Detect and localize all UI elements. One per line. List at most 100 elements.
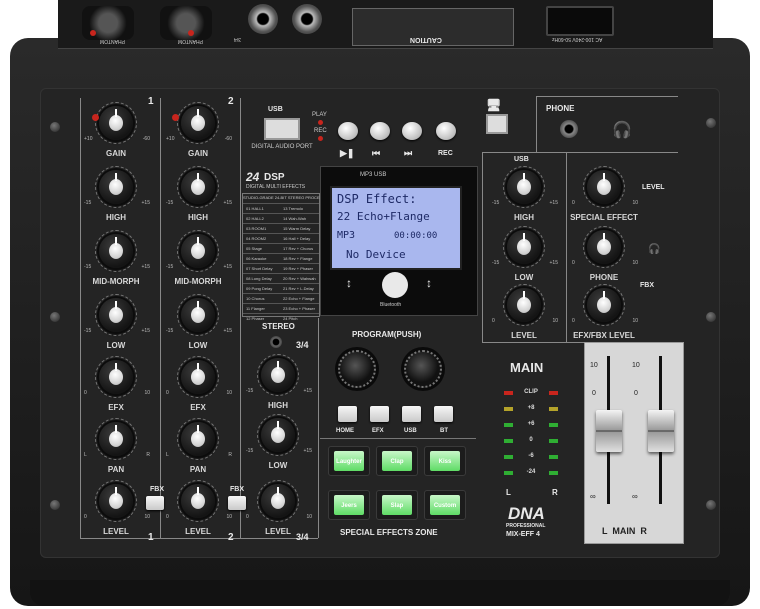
effects-list-cell: 21 Rev + L.Delay (283, 286, 314, 291)
tick-label: 10 (226, 514, 232, 520)
program-label: PROGRAM(PUSH) (352, 330, 422, 339)
tick-label: -15 (166, 264, 174, 270)
effects-list-cell: 18 Rev + Flange (283, 256, 313, 261)
laughter-pad[interactable]: Laughter (328, 446, 370, 476)
knob-label: PAN (107, 465, 125, 474)
tick-label: L (84, 452, 87, 458)
knob-label: LEVEL (185, 527, 211, 536)
pad-label: Clap (390, 459, 404, 465)
effects-list-cell: 05 Stage (246, 246, 263, 251)
phantom-led-1 (90, 30, 96, 36)
clap-pad[interactable]: Clap (376, 446, 418, 476)
slap-pad[interactable]: Slap (376, 490, 418, 520)
arrow-icon-right: ↕ (426, 276, 432, 290)
tick-label: 0 (84, 390, 87, 396)
ch1-efx-knob[interactable]: 0 10 EFX (84, 356, 150, 412)
efx-fbx-level-knob[interactable]: 0 10 EFX/FBX LEVEL (572, 284, 638, 340)
jeers-pad[interactable]: Jeers (328, 490, 370, 520)
efx-button[interactable] (370, 406, 389, 422)
effects-list-cell: 11 Flanger (246, 306, 265, 311)
tick-label: R (146, 452, 150, 458)
effects-list-table: STUDIO-GRADE 24-BIT STEREO PROCESSOR 01 … (242, 193, 331, 321)
xlr-input-2[interactable] (160, 6, 212, 40)
play-pause-icon: ▶❚ (340, 148, 355, 158)
tick-label: +15 (549, 260, 558, 266)
fader-scale-10: 10 (590, 362, 598, 369)
usb-button[interactable] (402, 406, 421, 422)
kiss-pad[interactable]: Kiss (424, 446, 466, 476)
screw-top-left (50, 122, 60, 132)
jack-input-4[interactable] (292, 4, 322, 34)
usb-low-knob[interactable]: -15 +15 LOW (492, 226, 558, 282)
tick-label: -60 (224, 136, 232, 142)
usb-port[interactable] (264, 118, 300, 140)
ch1-gain-knob[interactable]: +10 -60 GAIN (84, 102, 150, 158)
tick-label: +15 (223, 328, 232, 334)
left-fader-cap[interactable] (596, 410, 622, 452)
screw-bottom-right (706, 500, 716, 510)
home-button-label: HOME (336, 428, 354, 434)
knob-label: MID-MORPH (92, 277, 140, 286)
phone-level-knob[interactable]: 0 10 PHONE (572, 226, 638, 282)
usb-b-port[interactable] (486, 114, 508, 134)
lcd-screen: DSP Effect: 22 Echo+Flange MP3 00:00:00 … (330, 186, 462, 270)
ch1-level-knob[interactable]: 0 10 LEVEL (84, 480, 150, 536)
effects-list-cell: 16 Hall + Delay (283, 236, 311, 241)
program-knob-left[interactable] (338, 350, 376, 388)
effects-list-cell: 22 Echo + Flange (283, 296, 315, 301)
effects-list-row: 06 Karaoke 18 Rev + Flange (243, 253, 319, 263)
headphones-icon: 🎧 (612, 122, 632, 139)
knob-label: HIGH (268, 401, 288, 410)
ch2-low-knob[interactable]: -15 +15 LOW (166, 294, 232, 350)
ch1-fbx-button[interactable] (146, 496, 164, 510)
phone-jack[interactable] (560, 120, 578, 138)
stereo-low-knob[interactable]: -15 +15 LOW (246, 414, 312, 470)
ch2-pan-knob[interactable]: L R PAN (166, 418, 232, 474)
ch2-gain-knob[interactable]: +10 -60 GAIN (166, 102, 232, 158)
ch1-pan-knob[interactable]: L R PAN (84, 418, 150, 474)
effects-list-cell: 12 Phaser (246, 316, 265, 321)
effects-list-cell: 14 Wah-Wah (283, 216, 307, 221)
effects-list-row: 05 Stage 17 Rev + Chorus (243, 243, 319, 253)
effects-list-cell: 17 Rev + Chorus (283, 246, 314, 251)
usb-return-label: USB (514, 156, 529, 163)
channel-number-2: 2 (228, 96, 234, 107)
next-button[interactable] (402, 122, 422, 140)
jack-input-3[interactable] (248, 4, 278, 34)
ch1-low-knob[interactable]: -15 +15 LOW (84, 294, 150, 350)
special-effect-level-knob[interactable]: 0 10 SPECIAL EFFECT (570, 166, 638, 222)
bt-button[interactable] (434, 406, 453, 422)
knob-label: EFX (108, 403, 124, 412)
usb-level-knob[interactable]: 0 10 LEVEL (492, 284, 558, 340)
program-knob-right[interactable] (404, 350, 442, 388)
bt-button-label: BT (440, 428, 448, 434)
ch2-efx-knob[interactable]: 0 10 EFX (166, 356, 232, 412)
meter-r-label: R (552, 488, 558, 497)
fbx-right-label: FBX (640, 282, 654, 289)
custom-pad[interactable]: Custom (424, 490, 466, 520)
ch2-high-knob[interactable]: -15 +15 HIGH (166, 166, 232, 222)
stereo-mic-jack[interactable] (270, 336, 282, 348)
effects-list-cell: 02 HALL2 (246, 216, 264, 221)
power-inlet[interactable] (546, 6, 614, 36)
right-fader-cap[interactable] (648, 410, 674, 452)
ch2-fbx-button[interactable] (228, 496, 246, 510)
stereo-high-knob[interactable]: -15 +15 HIGH (246, 354, 312, 410)
stereo-level-knob[interactable]: 0 10 LEVEL (246, 480, 312, 536)
ch1-mid-knob[interactable]: -15 +15 MID-MORPH (84, 230, 150, 286)
effects-list-row: 11 Flanger 23 Echo + Phaser (243, 303, 319, 313)
pad-label: Laughter (336, 459, 362, 465)
effects-list-row: 10 Chorus 22 Echo + Flange (243, 293, 319, 303)
ch2-mid-knob[interactable]: -15 +15 MID-MORPH (166, 230, 232, 286)
home-button[interactable] (338, 406, 357, 422)
channel-strip-frame-mid (160, 98, 161, 538)
usb-high-knob[interactable]: -15 +15 HIGH (492, 166, 558, 222)
rec-button[interactable] (436, 122, 456, 140)
dsp-count: 24 (246, 170, 260, 184)
prev-button[interactable] (370, 122, 390, 140)
pad-label: Kiss (438, 459, 452, 465)
play-pause-button[interactable] (338, 122, 358, 140)
ch2-level-knob[interactable]: 0 10 LEVEL (166, 480, 232, 536)
ch1-high-knob[interactable]: -15 +15 HIGH (84, 166, 150, 222)
fader-scale-0: 0 (592, 390, 596, 397)
